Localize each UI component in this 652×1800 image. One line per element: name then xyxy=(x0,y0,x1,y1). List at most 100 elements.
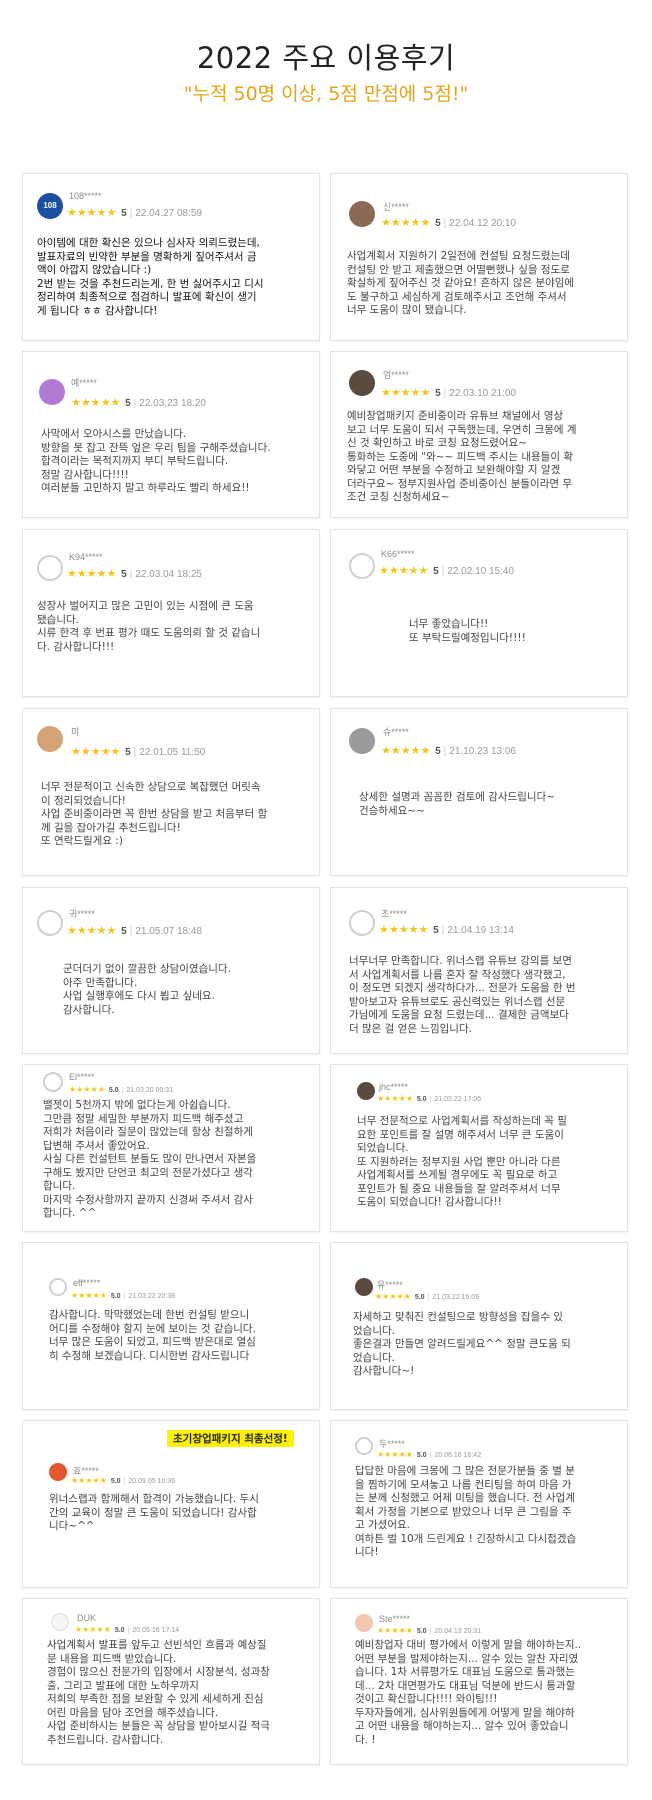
review-score: 5 xyxy=(125,747,131,758)
star-rating-icon: ★★★★★ xyxy=(69,1085,105,1094)
star-rating-icon: ★★★★★ xyxy=(381,745,431,757)
review-card: K94***** ★★★★★ 5 | 22.03.04 18:25 성장사 벌어지고… xyxy=(22,529,320,697)
star-rating-icon: ★★★★★ xyxy=(381,217,431,229)
review-text: 감사합니다. 막막했었는데 한번 컨설팅 받으니 어디를 수정해야 할지 눈에 … xyxy=(49,1309,256,1362)
star-rating-icon: ★★★★★ xyxy=(71,1291,107,1300)
avatar xyxy=(39,379,65,405)
avatar xyxy=(49,1463,67,1481)
star-rating-icon: ★★★★★ xyxy=(381,387,431,399)
highlight-badge: 초기창업패키지 최종선정! xyxy=(167,1430,294,1447)
review-date: 22.03.10 21:00 xyxy=(449,388,516,399)
review-card: 유***** ★★★★★ 5.0 | 21.03.22 16:09 자세하고 맞춰진… xyxy=(330,1242,628,1410)
review-date: 20.05.16 17:14 xyxy=(132,1627,180,1634)
star-rating-icon: ★★★★★ xyxy=(375,1292,411,1301)
review-score: 5 xyxy=(435,388,441,399)
review-meta: ★★★★★ 5.0 | 20.04.13 20:31 xyxy=(377,1626,482,1635)
review-text: 너무 좋았습니다!! 또 부탁드릴예정입니다!!!! xyxy=(409,618,526,644)
review-username: DUK xyxy=(77,1613,97,1623)
avatar xyxy=(349,728,375,754)
review-date: 22.01.05 11:50 xyxy=(139,747,206,758)
review-card: DUK ★★★★★ 5.0 | 20.05.16 17:14 사업계획서 발표를 앞… xyxy=(22,1598,320,1765)
avatar xyxy=(37,726,63,752)
review-score: 5 xyxy=(435,218,441,229)
review-score: 5 xyxy=(121,208,127,219)
star-rating-icon: ★★★★★ xyxy=(67,568,117,580)
review-username: El***** xyxy=(69,1072,95,1082)
review-date: 20.09.05 10:36 xyxy=(128,1478,176,1485)
review-username: K66***** xyxy=(381,549,415,559)
star-rating-icon: ★★★★★ xyxy=(71,1476,107,1485)
star-rating-icon: ★★★★★ xyxy=(75,1625,111,1634)
avatar xyxy=(355,1614,373,1632)
review-text: 사업계획서 발표를 앞두고 선빈석인 흐름과 예상질 문 내용을 피드백 받았습… xyxy=(47,1639,270,1746)
review-meta: ★★★★★ 5 | 21.10.23 13:06 xyxy=(381,745,516,757)
star-rating-icon: ★★★★★ xyxy=(71,397,121,409)
star-rating-icon: ★★★★★ xyxy=(379,924,429,936)
review-meta: ★★★★★ 5.0 | 21.03.22 17:06 xyxy=(377,1094,482,1103)
review-text: 위너스랩과 함께해서 합격이 가능했습니다. 두시 간의 교육이 정말 큰 도움… xyxy=(49,1493,259,1532)
review-score: 5 xyxy=(125,398,131,409)
review-text: 너무 전문적이고 신속한 상담으로 복잡했던 머릿속 이 정리되었습니다! 사업… xyxy=(41,781,268,847)
review-card: eff***** ★★★★★ 5.0 | 21.03.22 20:38 감사합니다.… xyxy=(22,1242,320,1410)
review-meta: ★★★★★ 5 | 22.04.12 20:10 xyxy=(381,217,516,229)
avatar: 108 xyxy=(37,193,63,219)
review-meta: ★★★★★ 5 | 22.03.10 21:00 xyxy=(381,387,516,399)
page-title: 2022 주요 이용후기 xyxy=(196,41,456,75)
review-date: 21.03.22 20:38 xyxy=(128,1293,176,1300)
review-card: 두***** ★★★★★ 5.0 | 20.06.16 16:42 답답한 마음에 … xyxy=(330,1420,628,1588)
review-username: 엄***** xyxy=(383,370,409,380)
review-date: 22.04.12 20:10 xyxy=(449,218,516,229)
review-meta: ★★★★★ 5.0 | 20.09.05 10:36 xyxy=(71,1476,176,1485)
avatar xyxy=(349,553,375,579)
review-username: eff***** xyxy=(73,1278,101,1288)
review-meta: ★★★★★ 5 | 22.02.10 15:40 xyxy=(379,565,514,577)
review-card: 슈***** ★★★★★ 5 | 21.10.23 13:06 상세한 설명과 꼼꼼… xyxy=(330,708,628,876)
review-meta: ★★★★★ 5 | 22.03.04 18:25 xyxy=(67,568,202,580)
review-score: 5 xyxy=(121,569,127,580)
review-meta: ★★★★★ 5.0 | 21.03.22 20:38 xyxy=(71,1291,176,1300)
star-rating-icon: ★★★★★ xyxy=(377,1094,413,1103)
review-card: jhc***** ★★★★★ 5.0 | 21.03.22 17:06 너무 전문적… xyxy=(330,1064,628,1232)
review-score: 5.0 xyxy=(416,1096,427,1103)
review-username: Ste***** xyxy=(379,1614,411,1624)
review-username: 미 xyxy=(71,727,80,737)
review-meta: ★★★★★ 5.0 | 21.03.20 00:31 xyxy=(69,1085,174,1094)
review-score: 5 xyxy=(433,925,439,936)
review-card: 108 108***** ★★★★★ 5 | 22.04.27 08:59 아이템에… xyxy=(22,173,320,341)
review-score: 5.0 xyxy=(416,1628,427,1635)
avatar xyxy=(51,1613,69,1631)
avatar xyxy=(349,370,375,396)
review-meta: ★★★★★ 5 | 22.03.23 18:20 xyxy=(71,397,206,409)
review-date: 22.04.27 08:59 xyxy=(135,208,202,219)
review-date: 21.03.22 17:06 xyxy=(434,1096,482,1103)
review-text: 아이템에 대한 확신은 있으나 심사자 의뢰드렸는데, 발표자료의 빈약한 부분… xyxy=(37,237,264,317)
review-score: 5 xyxy=(433,566,439,577)
page-header: 2022 주요 이용후기 "누적 50명 이상, 5점 만점에 5점!" xyxy=(0,38,652,108)
review-card: El***** ★★★★★ 5.0 | 21.03.20 00:31 밸젯이 5천까… xyxy=(22,1064,320,1232)
review-text: 군더더기 없이 깔끔한 상담이였습니다. 아주 만족합니다. 사업 실행후에도 … xyxy=(63,963,231,1016)
review-username: 신***** xyxy=(383,202,409,212)
review-meta: ★★★★★ 5.0 | 20.05.16 17:14 xyxy=(75,1625,180,1634)
avatar xyxy=(349,201,375,227)
review-date: 21.04.19 13:14 xyxy=(447,925,514,936)
review-text: 사막에서 오아시스를 만났습니다. 방향을 못 잡고 잔뜩 엎은 우리 팀을 구… xyxy=(41,428,271,494)
review-text: 답답한 마음에 크몽에 그 많은 전문가분들 중 별 분 을 찜하기에 모셔놓고… xyxy=(355,1465,577,1558)
review-date: 22.03.23 18:20 xyxy=(139,398,206,409)
review-card: Ste***** ★★★★★ 5.0 | 20.04.13 20:31 예비창업자 … xyxy=(330,1598,628,1765)
review-meta: ★★★★★ 5.0 | 20.06.16 16:42 xyxy=(377,1450,482,1459)
review-meta: ★★★★★ 5.0 | 21.03.22 16:09 xyxy=(375,1292,480,1301)
review-meta: ★★★★★ 5 | 22.01.05 11:50 xyxy=(71,746,206,758)
review-text: 예비창업자 대비 평가에서 이렇게 말을 해야하는지.. 어떤 부분을 발제야하… xyxy=(355,1639,582,1746)
review-date: 22.03.04 18:25 xyxy=(135,569,202,580)
review-card: K66***** ★★★★★ 5 | 22.02.10 15:40 너무 좋았습니다… xyxy=(330,529,628,697)
review-username: 슈***** xyxy=(383,727,409,737)
review-username: K94***** xyxy=(69,552,103,562)
star-rating-icon: ★★★★★ xyxy=(67,925,117,937)
star-rating-icon: ★★★★★ xyxy=(377,1450,413,1459)
review-score: 5 xyxy=(435,746,441,757)
review-date: 21.03.20 00:31 xyxy=(126,1087,174,1094)
review-text: 사업계획서 지원하기 2일전에 컨설팅 요청드렸는데 컨설팅 안 받고 제출했으… xyxy=(347,250,575,316)
review-text: 너무 전문적으로 사업계획서를 작성하는데 꼭 필 요한 포인트를 잘 설명 해… xyxy=(357,1115,567,1208)
page-subtitle: "누적 50명 이상, 5점 만점에 5점!" xyxy=(183,83,469,105)
review-score: 5 xyxy=(121,926,127,937)
